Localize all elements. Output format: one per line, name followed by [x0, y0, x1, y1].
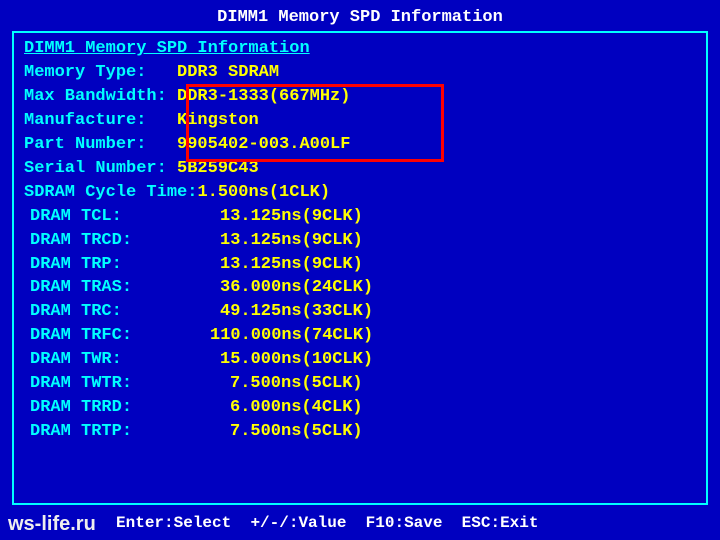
dram-trtp-value: 7.500ns(5CLK) — [230, 421, 363, 444]
serial-number-value: 5B259C43 — [177, 158, 259, 181]
dram-trc-row: DRAM TRC: 49.125ns(33CLK) — [24, 301, 696, 324]
dram-twtr-value: 7.500ns(5CLK) — [230, 373, 363, 396]
serial-number-label: Serial Number: — [24, 158, 167, 181]
footer-plusminus[interactable]: +/-/:Value — [250, 514, 346, 532]
top-title: DIMM1 Memory SPD Information — [12, 8, 708, 27]
footer-f10[interactable]: F10:Save — [366, 514, 443, 532]
dram-trrd-label: DRAM TRRD: — [30, 397, 230, 420]
dram-twr-value: 15.000ns(10CLK) — [220, 349, 373, 372]
dram-trp-row: DRAM TRP: 13.125ns(9CLK) — [24, 254, 696, 277]
dram-trfc-label: DRAM TRFC: — [30, 325, 210, 348]
dram-twtr-row: DRAM TWTR: 7.500ns(5CLK) — [24, 373, 696, 396]
dram-tcl-row: DRAM TCL: 13.125ns(9CLK) — [24, 206, 696, 229]
dram-trtp-label: DRAM TRTP: — [30, 421, 230, 444]
manufacture-label: Manufacture: — [24, 110, 146, 133]
sdram-cycle-label: SDRAM Cycle Time: — [24, 182, 197, 205]
max-bandwidth-value: DDR3-1333(667MHz) — [177, 86, 350, 109]
serial-number-row: Serial Number: 5B259C43 — [24, 158, 696, 181]
part-number-row: Part Number: 9905402-003.A00LF — [24, 134, 696, 157]
dram-tcl-label: DRAM TCL: — [30, 206, 220, 229]
dram-trtp-row: DRAM TRTP: 7.500ns(5CLK) — [24, 421, 696, 444]
dram-trrd-row: DRAM TRRD: 6.000ns(4CLK) — [24, 397, 696, 420]
dram-tras-value: 36.000ns(24CLK) — [220, 277, 373, 300]
max-bandwidth-label: Max Bandwidth: — [24, 86, 167, 109]
sdram-cycle-row: SDRAM Cycle Time: 1.500ns(1CLK) — [24, 182, 696, 205]
section-title: DIMM1 Memory SPD Information — [24, 39, 696, 58]
manufacture-value: Kingston — [177, 110, 259, 133]
part-number-label: Part Number: — [24, 134, 146, 157]
manufacture-row: Manufacture: Kingston — [24, 110, 696, 133]
sdram-cycle-value: 1.500ns(1CLK) — [197, 182, 330, 205]
dram-twr-row: DRAM TWR: 15.000ns(10CLK) — [24, 349, 696, 372]
footer-help: Enter:Select +/-/:Value F10:Save ESC:Exi… — [0, 514, 720, 532]
dram-tras-label: DRAM TRAS: — [30, 277, 220, 300]
max-bandwidth-row: Max Bandwidth: DDR3-1333(667MHz) — [24, 86, 696, 109]
dram-twr-label: DRAM TWR: — [30, 349, 220, 372]
dram-trcd-value: 13.125ns(9CLK) — [220, 230, 363, 253]
part-number-value: 9905402-003.A00LF — [177, 134, 350, 157]
dram-trfc-value: 110.000ns(74CLK) — [210, 325, 373, 348]
dram-trc-value: 49.125ns(33CLK) — [220, 301, 373, 324]
info-box: DIMM1 Memory SPD Information Memory Type… — [12, 31, 708, 505]
memory-type-label: Memory Type: — [24, 62, 146, 85]
dram-trc-label: DRAM TRC: — [30, 301, 220, 324]
dram-trp-label: DRAM TRP: — [30, 254, 220, 277]
watermark: ws-life.ru — [8, 513, 96, 536]
dram-tras-row: DRAM TRAS: 36.000ns(24CLK) — [24, 277, 696, 300]
dram-trrd-value: 6.000ns(4CLK) — [230, 397, 363, 420]
memory-type-row: Memory Type: DDR3 SDRAM — [24, 62, 696, 85]
memory-type-value: DDR3 SDRAM — [177, 62, 279, 85]
dram-trcd-label: DRAM TRCD: — [30, 230, 220, 253]
footer-esc[interactable]: ESC:Exit — [462, 514, 539, 532]
dram-trp-value: 13.125ns(9CLK) — [220, 254, 363, 277]
dram-twtr-label: DRAM TWTR: — [30, 373, 230, 396]
dram-trfc-row: DRAM TRFC: 110.000ns(74CLK) — [24, 325, 696, 348]
dram-trcd-row: DRAM TRCD: 13.125ns(9CLK) — [24, 230, 696, 253]
dram-tcl-value: 13.125ns(9CLK) — [220, 206, 363, 229]
